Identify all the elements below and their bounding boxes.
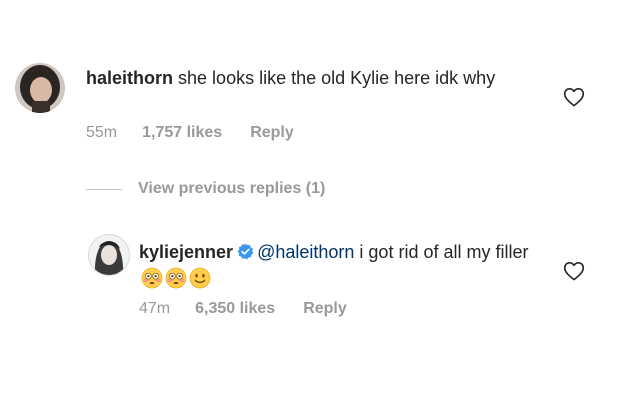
reply-username[interactable]: kyliejenner [139, 242, 233, 262]
reply-body: kyliejenner @haleithorn i got rid of all… [139, 239, 539, 291]
avatar-haleithorn[interactable] [15, 63, 65, 113]
verified-badge-icon [237, 243, 254, 260]
reply-timestamp[interactable]: 47m [139, 300, 170, 318]
reply-button[interactable]: Reply [303, 300, 347, 318]
comment-likes-count[interactable]: 1,757 likes [142, 124, 222, 142]
flushed-face-emoji-icon [141, 267, 163, 289]
comment-username[interactable]: haleithorn [86, 68, 173, 88]
slightly-smiling-face-emoji-icon [189, 267, 211, 289]
reply-text: i got rid of all my filler [359, 242, 529, 262]
comment-body: haleithorn she looks like the old Kylie … [86, 65, 526, 91]
reply-meta: 47m 6,350 likes Reply [139, 300, 347, 318]
replies-divider-line [86, 188, 122, 190]
flushed-face-emoji-icon [165, 267, 187, 289]
comment-timestamp[interactable]: 55m [86, 124, 117, 142]
comment-meta: 55m 1,757 likes Reply [86, 124, 294, 142]
avatar-kyliejenner[interactable] [88, 234, 130, 276]
reply-button[interactable]: Reply [250, 124, 294, 142]
reply-likes-count[interactable]: 6,350 likes [195, 300, 275, 318]
like-heart-icon[interactable] [563, 87, 585, 107]
view-previous-replies-button[interactable]: View previous replies (1) [86, 180, 325, 198]
view-previous-replies-label: View previous replies (1) [138, 180, 326, 197]
reply-mention-link[interactable]: @haleithorn [257, 242, 354, 262]
comment-text: she looks like the old Kylie here idk wh… [178, 68, 496, 88]
like-heart-icon[interactable] [563, 261, 585, 281]
